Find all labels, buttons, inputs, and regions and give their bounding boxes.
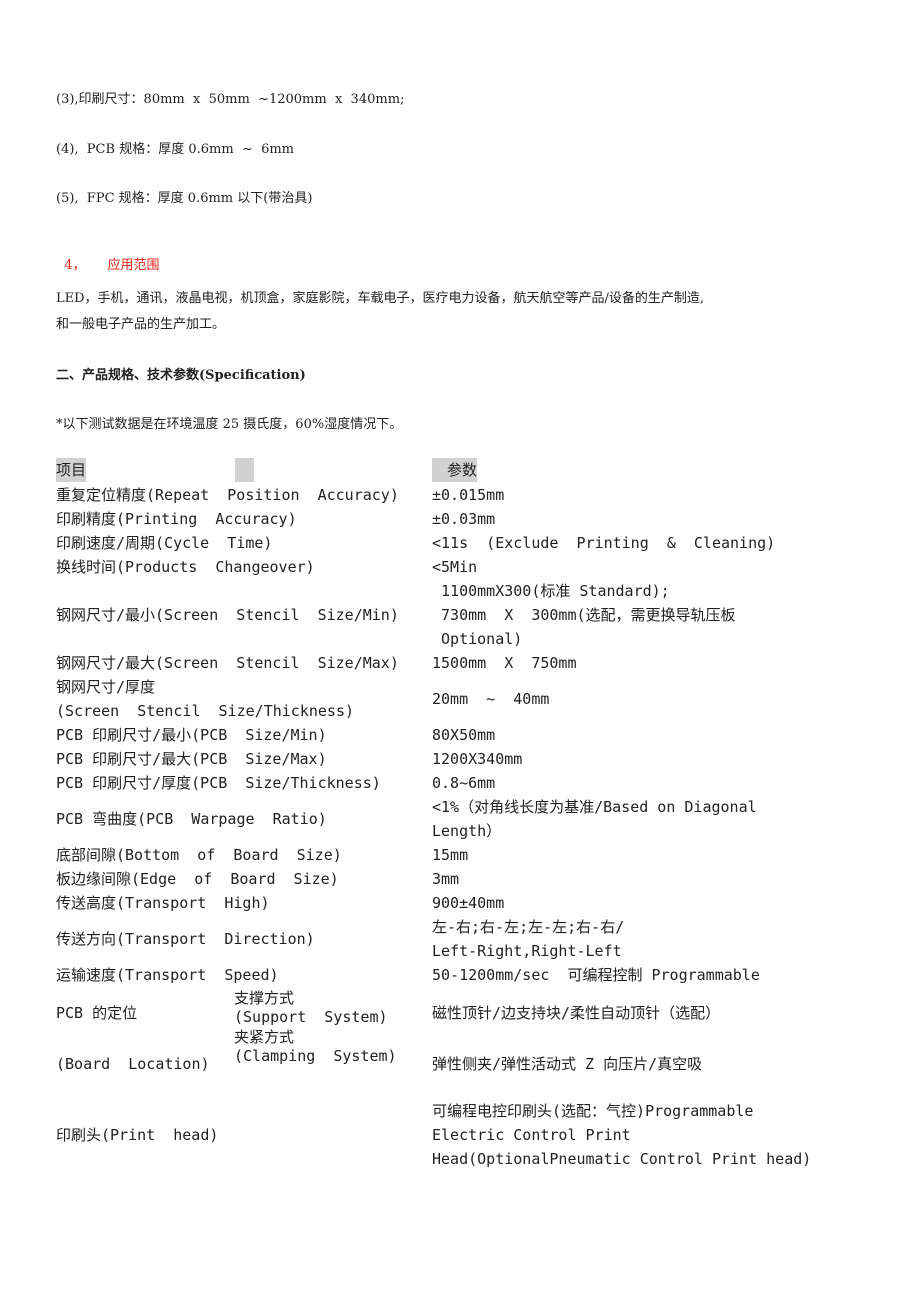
row-value-line: Left-Right,Right-Left xyxy=(432,942,622,960)
header-item: 项目 xyxy=(56,458,87,482)
table-row: 底部间隙(Bottom of Board Size) 15mm xyxy=(56,843,856,867)
row-value-line: <5Min xyxy=(432,558,478,576)
applications-line-1: LED，手机，通讯，液晶电视，机顶盒，家庭影院，车载电子，医疗电力设备，航天航空… xyxy=(56,291,705,306)
row-value-line: 1500mm X 750mm xyxy=(432,654,577,672)
test-conditions-note: *以下测试数据是在环境温度 25 摄氏度，60%湿度情况下。 xyxy=(56,417,403,432)
row-item: (Screen Stencil Size/Thickness) xyxy=(56,702,355,720)
table-row: 板边缘间隙(Edge of Board Size) 3mm xyxy=(56,867,856,891)
row-item: 板边缘间隙(Edge of Board Size) xyxy=(56,870,339,888)
table-header: 项目 参数 xyxy=(56,457,856,483)
row-item: 运输速度(Transport Speed) xyxy=(56,966,279,984)
support-system-label: 支撑方式 xyxy=(234,989,295,1007)
section-title: 应用范围 xyxy=(107,258,160,273)
section-heading-specification: 二、产品规格、技术参数(Specification) xyxy=(56,368,306,383)
table-row: 运输速度(Transport Speed) 50-1200mm/sec 可编程控制… xyxy=(56,963,856,987)
clamping-system-label: 夹紧方式 xyxy=(234,1028,295,1046)
row-value-line: Optional) xyxy=(432,630,523,648)
section-number: 4， xyxy=(64,258,86,273)
table-row: 传送方向(Transport Direction) 左-右;右-左;左-左;右-右… xyxy=(56,915,856,963)
pcb-location-label: PCB 的定位 xyxy=(56,1004,138,1022)
row-value-line: 730mm X 300mm(选配，需更换导轨压板 xyxy=(432,606,736,624)
row-item: 钢网尺寸/最小(Screen Stencil Size/Min) xyxy=(56,606,399,624)
table-row: 钢网尺寸/最小(Screen Stencil Size/Min) 1100mmX… xyxy=(56,579,856,651)
applications-line-2: 和一般电子产品的生产加工。 xyxy=(56,317,226,332)
row-value-line: Length） xyxy=(432,822,502,840)
spec-line-pcb: (4), PCB 规格：厚度 0.6mm ~ 6mm xyxy=(56,142,294,157)
row-item: 底部间隙(Bottom of Board Size) xyxy=(56,846,342,864)
pcb-location-label-en: (Board Location) xyxy=(56,1054,210,1073)
row-value-line: 15mm xyxy=(432,846,469,864)
row-value-line: Head(OptionalPneumatic Control Print hea… xyxy=(432,1150,812,1168)
row-value-line: 20mm ~ 40mm xyxy=(432,690,550,708)
support-system-label-en: (Support System) xyxy=(234,1008,388,1026)
row-item: 传送高度(Transport High) xyxy=(56,894,270,912)
row-item: 换线时间(Products Changeover) xyxy=(56,558,315,576)
table-row: 钢网尺寸/厚度 (Screen Stencil Size/Thickness) 20… xyxy=(56,675,856,723)
spec-table: 项目 参数 重复定位精度(Repeat Position Accuracy) ±0… xyxy=(56,457,856,1171)
spec-line-print-size: (3),印刷尺寸：80mm x 50mm ~1200mm x 340mm; xyxy=(56,92,405,107)
spec-line-fpc: (5), FPC 规格：厚度 0.6mm 以下(带治具) xyxy=(56,191,313,206)
table-row: 传送高度(Transport High) 900±40mm xyxy=(56,891,856,915)
support-system-value: 磁性顶针/边支持块/柔性自动顶针（选配） xyxy=(432,1003,721,1022)
row-item: 钢网尺寸/最大(Screen Stencil Size/Max) xyxy=(56,654,399,672)
row-value-line: 3mm xyxy=(432,870,460,888)
table-row-pcb-location: PCB 的定位 (Board Location) 支撑方式 (Support S… xyxy=(56,987,856,1089)
row-value-line: 0.8~6mm xyxy=(432,774,496,792)
row-value-line: Electric Control Print xyxy=(432,1126,631,1144)
row-value-line: 50-1200mm/sec 可编程控制 Programmable xyxy=(432,966,760,984)
row-value-line: ±0.03mm xyxy=(432,510,496,528)
section-heading-applications: 4， 应用范围 xyxy=(56,239,160,275)
table-row: PCB 印刷尺寸/最小(PCB Size/Min) 80X50mm xyxy=(56,723,856,747)
row-value-line: 1100mmX300(标准 Standard); xyxy=(432,582,670,600)
row-value-line: ±0.015mm xyxy=(432,486,505,504)
header-param: 参数 xyxy=(432,458,478,482)
header-mid-cell xyxy=(235,458,254,482)
row-value-line: 可编程电控印刷头(选配：气控)Programmable xyxy=(432,1102,754,1120)
row-value-line: 900±40mm xyxy=(432,894,505,912)
table-row: 重复定位精度(Repeat Position Accuracy) ±0.015mm xyxy=(56,483,856,507)
row-item: 钢网尺寸/厚度 xyxy=(56,678,156,696)
table-row-print-head: 印刷头(Print head) 可编程电控印刷头(选配：气控)Programma… xyxy=(56,1099,856,1171)
row-value-line: <1%（对角线长度为基准/Based on Diagonal xyxy=(432,798,757,816)
row-item: PCB 印刷尺寸/最大(PCB Size/Max) xyxy=(56,750,327,768)
row-item: 印刷精度(Printing Accuracy) xyxy=(56,510,297,528)
clamping-system-value: 弹性侧夹/弹性活动式 Z 向压片/真空吸 xyxy=(432,1054,703,1073)
row-value-line: 左-右;右-左;左-左;右-右/ xyxy=(432,918,625,936)
table-row: 印刷速度/周期(Cycle Time) <11s (Exclude Printin… xyxy=(56,531,856,555)
row-item: 重复定位精度(Repeat Position Accuracy) xyxy=(56,486,399,504)
row-item: 印刷头(Print head) xyxy=(56,1126,219,1144)
table-row: 印刷精度(Printing Accuracy) ±0.03mm xyxy=(56,507,856,531)
table-row: 钢网尺寸/最大(Screen Stencil Size/Max) 1500mm X… xyxy=(56,651,856,675)
row-item: PCB 印刷尺寸/厚度(PCB Size/Thickness) xyxy=(56,774,381,792)
row-value-line: 80X50mm xyxy=(432,726,496,744)
table-row: PCB 印刷尺寸/厚度(PCB Size/Thickness) 0.8~6mm xyxy=(56,771,856,795)
row-item: PCB 弯曲度(PCB Warpage Ratio) xyxy=(56,810,327,828)
table-row: PCB 弯曲度(PCB Warpage Ratio) <1%（对角线长度为基准/B… xyxy=(56,795,856,843)
row-item: PCB 印刷尺寸/最小(PCB Size/Min) xyxy=(56,726,327,744)
row-value-line: 1200X340mm xyxy=(432,750,523,768)
row-item: 印刷速度/周期(Cycle Time) xyxy=(56,534,273,552)
row-value-line: <11s (Exclude Printing & Cleaning) xyxy=(432,534,776,552)
table-row: PCB 印刷尺寸/最大(PCB Size/Max) 1200X340mm xyxy=(56,747,856,771)
table-row: 换线时间(Products Changeover) <5Min xyxy=(56,555,856,579)
clamping-system-label-en: (Clamping System) xyxy=(234,1047,397,1065)
row-item: 传送方向(Transport Direction) xyxy=(56,930,315,948)
